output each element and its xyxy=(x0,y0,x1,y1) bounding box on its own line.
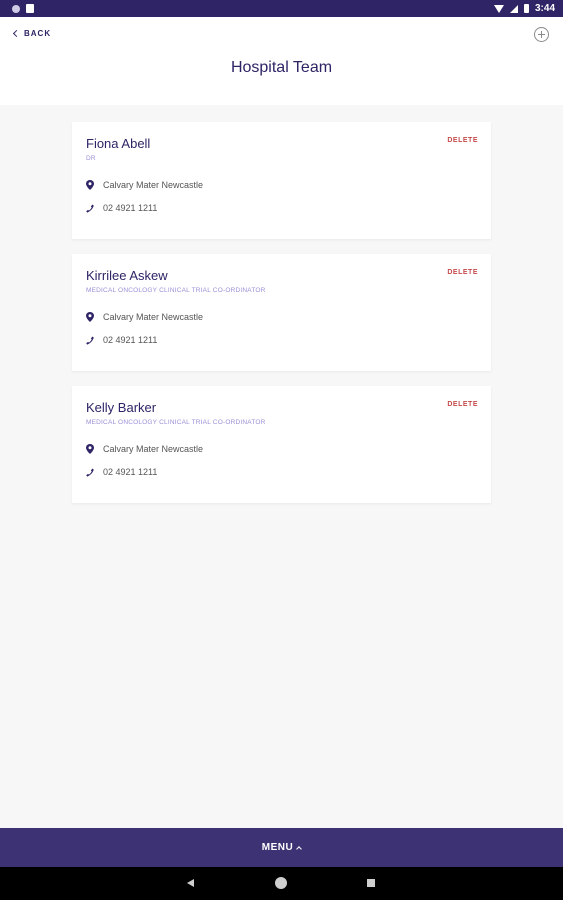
status-time: 3:44 xyxy=(534,3,555,14)
location-pin-icon xyxy=(86,180,94,190)
signal-icon xyxy=(509,4,518,13)
location-pin-icon xyxy=(86,444,94,454)
team-member-card: Fiona Abell DR DELETE Calvary Mater Newc… xyxy=(72,122,491,239)
member-name: Kirrilee Askew xyxy=(86,268,168,283)
status-bar: 3:44 xyxy=(0,0,563,17)
member-phone: 02 4921 1211 xyxy=(103,335,158,345)
chevron-left-icon xyxy=(12,29,21,38)
member-role: MEDICAL ONCOLOGY CLINICAL TRIAL CO-ORDIN… xyxy=(86,419,266,426)
phone-row[interactable]: 02 4921 1211 xyxy=(86,335,157,345)
nav-recents-icon[interactable] xyxy=(367,879,375,887)
battery-icon xyxy=(523,4,529,13)
member-role: MEDICAL ONCOLOGY CLINICAL TRIAL CO-ORDIN… xyxy=(86,287,266,294)
member-phone: 02 4921 1211 xyxy=(103,203,158,213)
plus-circle-icon[interactable] xyxy=(534,27,549,42)
page-title: Hospital Team xyxy=(230,59,333,76)
location-row: Calvary Mater Newcastle xyxy=(86,444,203,454)
nav-back-icon[interactable] xyxy=(187,879,194,887)
nav-home-icon[interactable] xyxy=(275,877,287,889)
wifi-icon xyxy=(493,4,504,13)
member-location: Calvary Mater Newcastle xyxy=(103,180,204,190)
status-right: 3:44 xyxy=(493,3,555,14)
menu-label: MENU xyxy=(261,842,294,853)
menu-button[interactable]: MENU xyxy=(0,828,563,867)
member-location: Calvary Mater Newcastle xyxy=(103,312,204,322)
phone-row[interactable]: 02 4921 1211 xyxy=(86,467,157,477)
phone-icon xyxy=(86,204,94,213)
team-member-card: Kirrilee Askew MEDICAL ONCOLOGY CLINICAL… xyxy=(72,254,491,371)
member-phone: 02 4921 1211 xyxy=(103,467,158,477)
back-button[interactable]: BACK xyxy=(12,29,52,38)
phone-icon xyxy=(86,468,94,477)
location-pin-icon xyxy=(86,312,94,322)
status-left xyxy=(12,4,34,13)
sim-card-icon xyxy=(26,4,34,13)
member-location: Calvary Mater Newcastle xyxy=(103,444,204,454)
phone-icon xyxy=(86,336,94,345)
delete-button[interactable]: DELETE xyxy=(447,137,478,144)
delete-button[interactable]: DELETE xyxy=(447,401,478,408)
delete-button[interactable]: DELETE xyxy=(447,269,478,276)
location-row: Calvary Mater Newcastle xyxy=(86,180,203,190)
member-role: DR xyxy=(86,155,96,162)
back-label: BACK xyxy=(24,29,52,38)
location-row: Calvary Mater Newcastle xyxy=(86,312,203,322)
notification-icon xyxy=(12,4,20,13)
header: BACK Hospital Team xyxy=(0,17,563,105)
member-name: Kelly Barker xyxy=(86,400,157,415)
chevron-up-icon xyxy=(296,846,303,852)
team-member-card: Kelly Barker MEDICAL ONCOLOGY CLINICAL T… xyxy=(72,386,491,503)
system-nav-bar xyxy=(0,867,563,900)
phone-row[interactable]: 02 4921 1211 xyxy=(86,203,157,213)
member-name: Fiona Abell xyxy=(86,136,151,151)
